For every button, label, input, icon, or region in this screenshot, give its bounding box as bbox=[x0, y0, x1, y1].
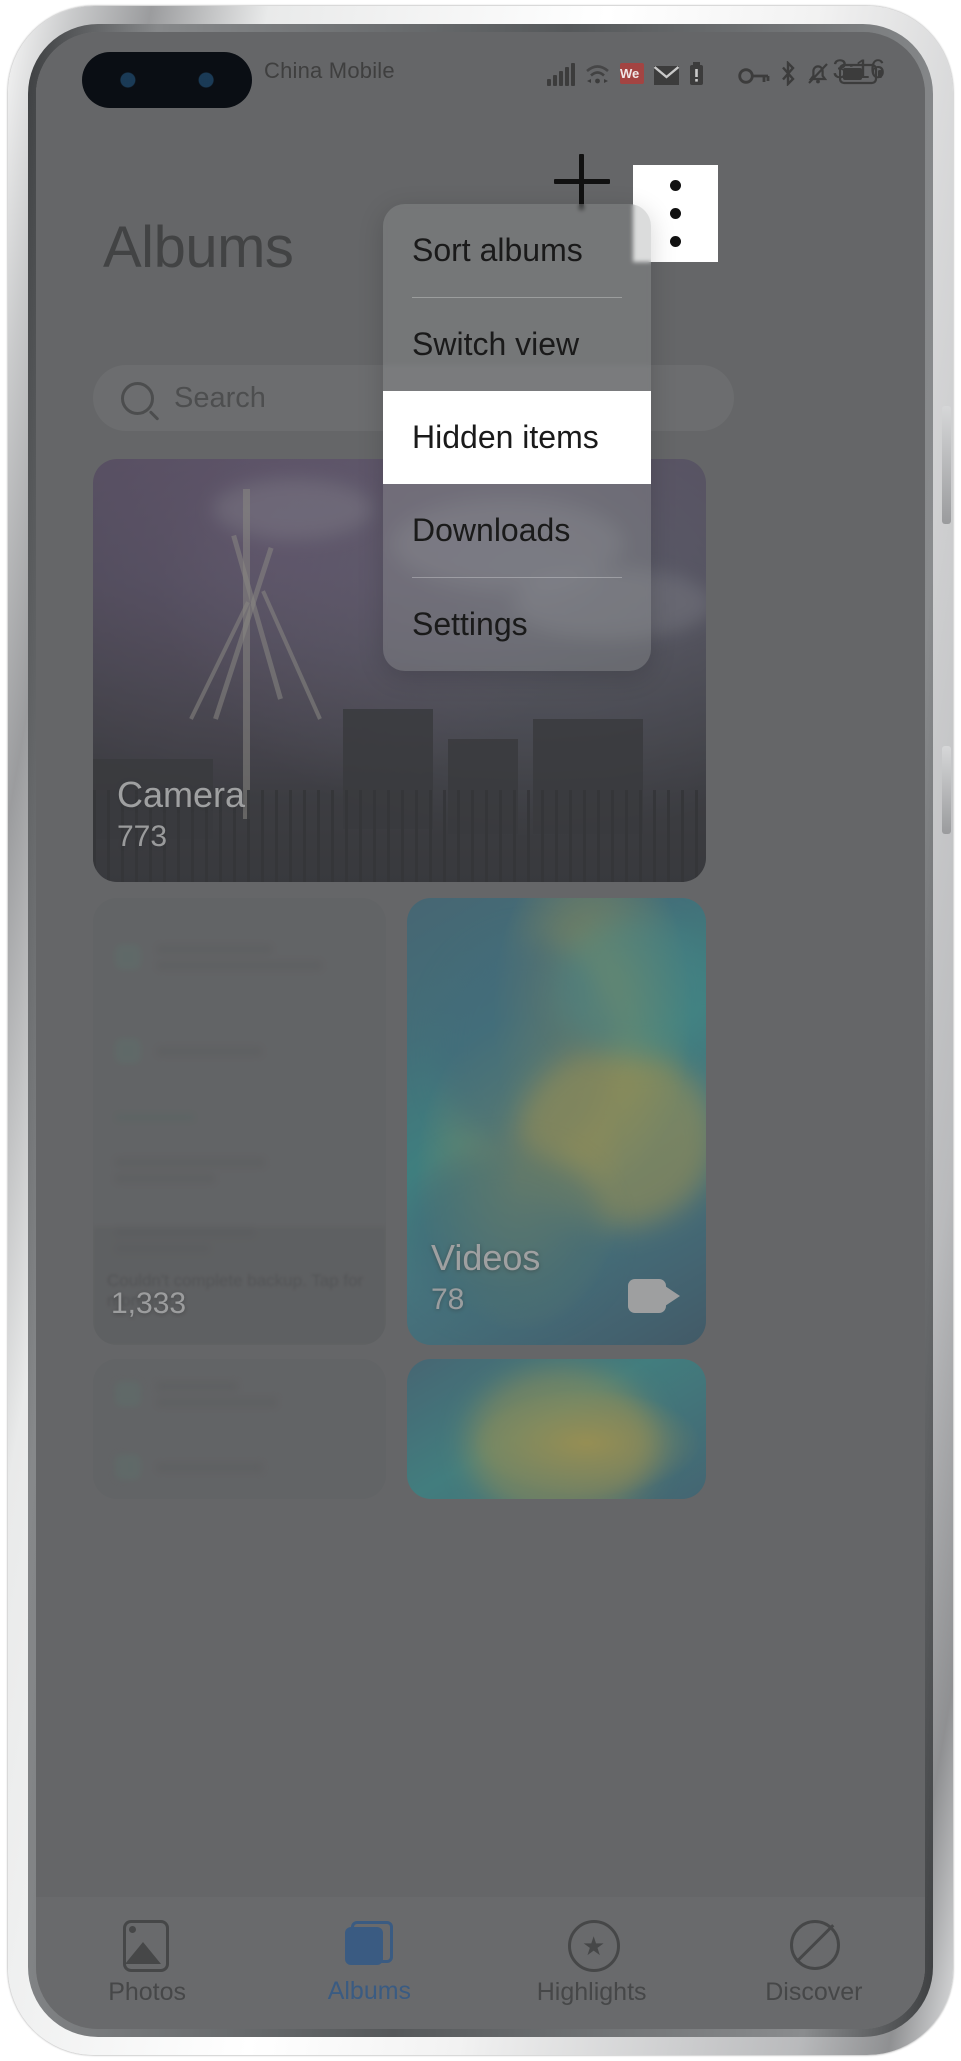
dot bbox=[670, 236, 681, 247]
mail-icon bbox=[653, 60, 680, 86]
menu-item-label: Downloads bbox=[412, 512, 571, 548]
menu-item-downloads[interactable]: Downloads bbox=[383, 484, 651, 577]
sim-alert-icon bbox=[689, 60, 704, 86]
status-clock: 3:16 bbox=[832, 54, 885, 84]
menu-item-label: Settings bbox=[412, 606, 528, 642]
overflow-menu: Sort albums Switch view Hidden items Dow… bbox=[383, 204, 651, 671]
menu-item-label: Hidden items bbox=[412, 419, 599, 455]
menu-item-switch-view[interactable]: Switch view bbox=[383, 298, 651, 391]
front-camera-punchhole bbox=[82, 52, 252, 108]
power-button[interactable] bbox=[942, 746, 951, 834]
menu-item-label: Switch view bbox=[412, 326, 580, 362]
volume-button[interactable] bbox=[942, 406, 951, 524]
dot bbox=[670, 180, 681, 191]
dot bbox=[670, 208, 681, 219]
status-bar: China Mobile We 3:16 bbox=[36, 32, 925, 112]
menu-item-settings[interactable]: Settings bbox=[383, 578, 651, 671]
signal-bars-icon bbox=[547, 60, 575, 86]
phone-device-frame: Camera 773 bbox=[8, 6, 953, 2055]
menu-item-hidden-items[interactable]: Hidden items bbox=[383, 391, 651, 484]
vpn-key-icon bbox=[738, 60, 770, 86]
wechat-icon: We bbox=[620, 62, 644, 84]
mute-bell-icon bbox=[806, 60, 830, 86]
menu-item-label: Sort albums bbox=[412, 232, 583, 268]
phone-screen: Camera 773 bbox=[36, 32, 925, 2029]
bluetooth-icon bbox=[779, 60, 797, 86]
wifi-icon bbox=[584, 60, 611, 86]
carrier-name: China Mobile bbox=[264, 58, 395, 83]
menu-item-sort-albums[interactable]: Sort albums bbox=[383, 204, 651, 297]
